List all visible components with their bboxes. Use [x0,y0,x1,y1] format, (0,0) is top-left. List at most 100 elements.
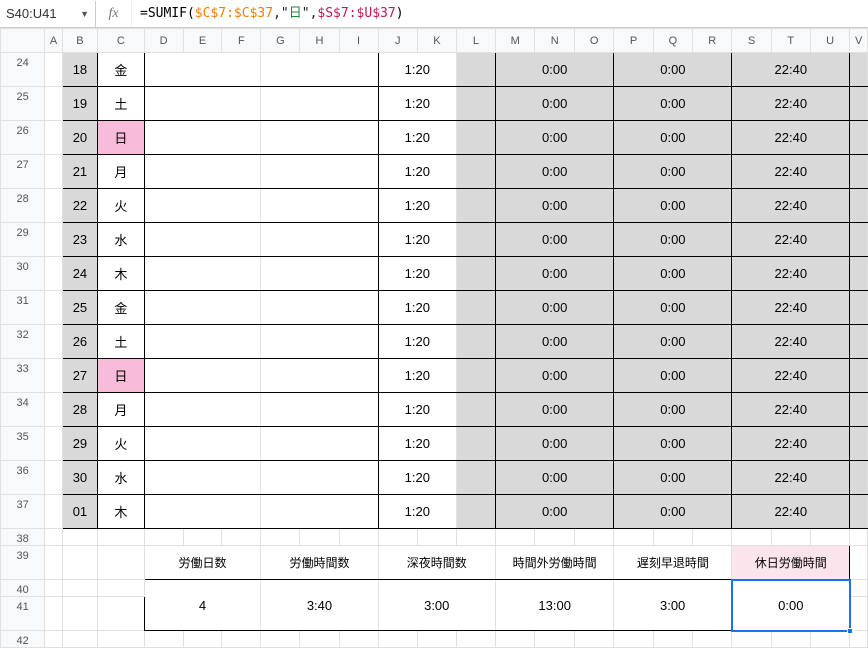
summary-value[interactable]: 0:00 [732,580,850,631]
total-time[interactable]: 22:40 [732,53,850,87]
cell[interactable] [850,325,868,359]
col-header-B[interactable]: B [62,29,97,53]
cell[interactable] [45,257,63,291]
col-header-G[interactable]: G [261,29,300,53]
cell[interactable] [62,580,97,597]
overtime-2[interactable]: 0:00 [614,359,732,393]
weekday[interactable]: 火 [98,427,145,461]
cell[interactable] [144,393,261,427]
row-header-37[interactable]: 37 [1,495,45,529]
overtime-2[interactable]: 0:00 [614,427,732,461]
break-time[interactable]: 1:20 [378,393,456,427]
row-header-26[interactable]: 26 [1,121,45,155]
cell[interactable] [62,597,97,631]
cell[interactable] [183,631,222,648]
overtime-2[interactable]: 0:00 [614,121,732,155]
cell[interactable] [378,631,417,648]
cell[interactable] [45,189,63,223]
cell[interactable] [45,597,63,631]
day-number[interactable]: 29 [62,427,97,461]
cell[interactable] [693,631,732,648]
cell[interactable] [456,393,495,427]
overtime-1[interactable]: 0:00 [495,427,614,461]
col-header-U[interactable]: U [810,29,849,53]
cell[interactable] [614,529,653,546]
day-number[interactable]: 24 [62,257,97,291]
total-time[interactable]: 22:40 [732,189,850,223]
row-header-42[interactable]: 42 [1,631,45,648]
cell[interactable] [850,155,868,189]
cell[interactable] [45,87,63,121]
cell[interactable] [456,631,495,648]
summary-value[interactable]: 4 [144,580,261,631]
total-time[interactable]: 22:40 [732,121,850,155]
cell[interactable] [45,495,63,529]
break-time[interactable]: 1:20 [378,121,456,155]
cell[interactable] [144,325,261,359]
break-time[interactable]: 1:20 [378,257,456,291]
cell[interactable] [850,121,868,155]
cell[interactable] [339,631,378,648]
day-number[interactable]: 27 [62,359,97,393]
row-header-34[interactable]: 34 [1,393,45,427]
break-time[interactable]: 1:20 [378,223,456,257]
cell[interactable] [144,291,261,325]
day-number[interactable]: 25 [62,291,97,325]
cell[interactable] [62,546,97,580]
cell[interactable] [45,546,63,580]
cell[interactable] [417,529,456,546]
col-header-Q[interactable]: Q [653,29,692,53]
cell[interactable] [261,53,378,87]
cell[interactable] [456,529,495,546]
weekday[interactable]: 金 [98,291,145,325]
weekday[interactable]: 土 [98,87,145,121]
total-time[interactable]: 22:40 [732,393,850,427]
cell[interactable] [98,546,145,580]
cell[interactable] [535,631,575,648]
row-header-31[interactable]: 31 [1,291,45,325]
day-number[interactable]: 19 [62,87,97,121]
cell[interactable] [98,597,145,631]
col-header-E[interactable]: E [183,29,222,53]
row-header-27[interactable]: 27 [1,155,45,189]
name-box[interactable]: S40:U41 ▼ [0,1,96,27]
cell[interactable] [456,291,495,325]
cell[interactable] [810,529,849,546]
cell[interactable] [261,393,378,427]
overtime-1[interactable]: 0:00 [495,291,614,325]
cell[interactable] [144,495,261,529]
total-time[interactable]: 22:40 [732,495,850,529]
cell[interactable] [495,529,535,546]
col-header-M[interactable]: M [495,29,535,53]
col-header-F[interactable]: F [222,29,261,53]
cell[interactable] [456,155,495,189]
weekday[interactable]: 木 [98,257,145,291]
cell[interactable] [456,461,495,495]
cell[interactable] [144,223,261,257]
summary-header[interactable]: 深夜時間数 [378,546,495,580]
break-time[interactable]: 1:20 [378,427,456,461]
cell[interactable] [144,121,261,155]
cell[interactable] [300,529,339,546]
overtime-2[interactable]: 0:00 [614,291,732,325]
col-header-L[interactable]: L [456,29,495,53]
row-header-29[interactable]: 29 [1,223,45,257]
overtime-1[interactable]: 0:00 [495,359,614,393]
total-time[interactable]: 22:40 [732,427,850,461]
cell[interactable] [98,529,145,546]
overtime-1[interactable]: 0:00 [495,393,614,427]
cell[interactable] [850,223,868,257]
spreadsheet-grid[interactable]: ABCDEFGHIJKLMNOPQRSTUV 2418金1:200:000:00… [0,28,868,648]
col-header-O[interactable]: O [574,29,614,53]
cell[interactable] [261,359,378,393]
total-time[interactable]: 22:40 [732,155,850,189]
cell[interactable] [261,291,378,325]
cell[interactable] [456,325,495,359]
col-header-A[interactable]: A [45,29,63,53]
cell[interactable] [574,631,614,648]
cell[interactable] [261,121,378,155]
fx-icon[interactable]: fx [96,1,132,27]
cell[interactable] [183,529,222,546]
cell[interactable] [45,427,63,461]
cell[interactable] [45,325,63,359]
